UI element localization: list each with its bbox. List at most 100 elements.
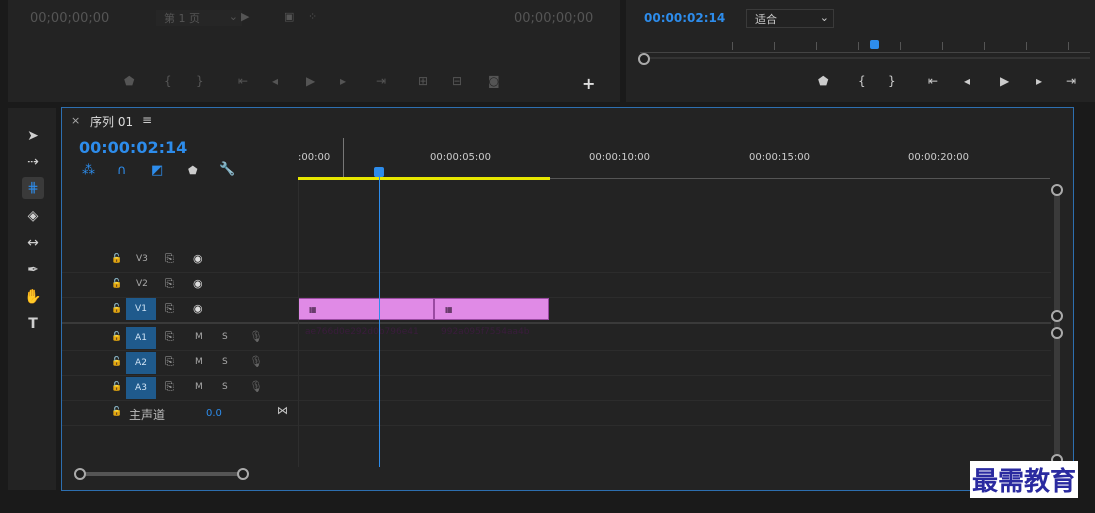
step-forward-icon[interactable]: ▸ [1036,74,1042,88]
linked-selection-icon[interactable]: ∩ [117,163,127,178]
microphone-icon[interactable]: 🎙 [249,380,263,393]
mute-button[interactable]: M [195,382,203,392]
sync-lock-icon[interactable]: ⎘ [165,302,174,316]
bowtie-icon[interactable]: ⋈ [277,404,288,417]
slip-tool-icon[interactable]: ↔ [22,232,44,254]
playhead-handle[interactable] [374,167,384,177]
sync-lock-icon[interactable]: ⎘ [165,252,174,266]
master-volume-value[interactable]: 0.0 [206,408,222,419]
ripple-edit-tool-icon[interactable]: ⋕ [22,177,44,199]
program-timecode[interactable]: 00:00:02:14 [644,11,725,25]
microphone-icon[interactable]: 🎙 [249,355,263,368]
lock-icon[interactable]: 🔓 [111,407,122,417]
step-back-icon[interactable]: ◂ [964,74,970,88]
step-back-icon[interactable]: ◂ [272,74,278,88]
work-area-bar[interactable] [298,177,550,180]
play-icon[interactable]: ▶ [306,74,315,88]
mark-in-icon[interactable]: { [164,74,172,88]
horizontal-scrollbar[interactable] [80,472,244,476]
track-select-tool-icon[interactable]: ⇢ [22,151,44,173]
track-label-v3[interactable]: V3 [136,254,148,264]
wrench-icon[interactable]: 🔧 [219,162,235,177]
tab-close-icon[interactable]: × [71,114,80,127]
timeline-timecode[interactable]: 00:00:02:14 [79,138,187,157]
marker-icon[interactable]: ⬟ [124,74,134,88]
track-v3: 🔓 V3 ⎘ ◉ [62,248,1051,273]
fit-select[interactable]: 适合 ⌄ [746,9,834,28]
horizontal-scroll-handle[interactable] [237,468,249,480]
mark-in-icon[interactable]: { [858,74,866,88]
go-to-out-icon[interactable]: ⇥ [376,74,386,88]
marker-icon[interactable]: ⬟ [188,164,198,177]
playhead-line [379,177,380,467]
pen-tool-icon[interactable]: ✒ [22,259,44,281]
lock-icon[interactable]: 🔓 [111,279,122,289]
horizontal-scroll-handle[interactable] [74,468,86,480]
lock-icon[interactable]: 🔓 [111,357,122,367]
track-target-a2[interactable]: A2 [126,352,156,374]
vertical-scroll-handle[interactable] [1051,310,1063,322]
eye-icon[interactable]: ◉ [193,302,203,315]
overwrite-icon[interactable]: ⊟ [452,74,462,88]
solo-button[interactable]: S [222,382,228,392]
lock-icon[interactable]: 🔓 [111,382,122,392]
lock-icon[interactable]: 🔓 [111,254,122,264]
tab-menu-icon[interactable]: ≡ [142,113,152,127]
video-clip[interactable]: ▦ 992a095f7554aa4b [434,298,549,337]
solo-button[interactable]: S [222,357,228,367]
page-select-label: 第 1 页 [164,12,200,25]
source-timecode-left[interactable]: 00;00;00;00 [30,11,109,26]
lock-icon[interactable]: 🔓 [111,304,122,314]
lock-icon[interactable]: 🔓 [111,332,122,342]
selection-tool-icon[interactable]: ➤ [22,125,44,147]
mark-out-icon[interactable]: } [196,74,204,88]
program-zoom-scroll[interactable] [640,57,1090,59]
tab-sequence[interactable]: 序列 01 [90,113,133,130]
video-clip[interactable]: ▦ ae766d0e292d0b796e41 [298,298,434,337]
type-tool-icon[interactable]: T [22,313,44,335]
marker-icon[interactable]: ⬟ [818,74,828,88]
play-icon[interactable]: ▶ [1000,74,1009,88]
sync-lock-icon[interactable]: ⎘ [165,277,174,291]
track-label-v2[interactable]: V2 [136,279,148,289]
play-small-icon[interactable]: ▶ [241,10,249,23]
sync-lock-icon[interactable]: ⎘ [165,380,174,394]
mute-button[interactable]: M [195,332,203,342]
step-forward-icon[interactable]: ▸ [340,74,346,88]
razor-tool-icon[interactable]: ◈ [22,205,44,227]
track-target-v1[interactable]: V1 [126,298,156,320]
source-timecode-right[interactable]: 00;00;00;00 [514,11,593,26]
page-select[interactable]: 第 1 页 ⌄ [156,10,242,26]
sync-lock-icon[interactable]: ⎘ [165,355,174,369]
ruler-label: 00:00:10:00 [589,152,651,163]
go-to-out-icon[interactable]: ⇥ [1066,74,1076,88]
source-transport: ⬟ { } ⇤ ◂ ▶ ▸ ⇥ ⊞ ⊟ ◙ [120,74,520,92]
track-target-a3[interactable]: A3 [126,377,156,399]
solo-button[interactable]: S [222,332,228,342]
insert-icon[interactable]: ⊞ [418,74,428,88]
audio-wave-icon[interactable]: ⁘ [308,10,317,23]
sync-lock-icon[interactable]: ⎘ [165,330,174,344]
add-marker-target-icon[interactable]: ◩ [151,163,163,178]
go-to-in-icon[interactable]: ⇤ [928,74,938,88]
add-button[interactable]: + [582,74,595,93]
ruler-label: 00:00:15:00 [749,152,811,163]
vertical-scroll-handle[interactable] [1051,184,1063,196]
microphone-icon[interactable]: 🎙 [249,330,263,343]
hand-tool-icon[interactable]: ✋ [22,286,44,308]
track-a1: 🔓 A1 ⎘ M S 🎙 [62,326,1051,351]
camera-icon[interactable]: ◙ [488,74,500,88]
go-to-in-icon[interactable]: ⇤ [238,74,248,88]
eye-icon[interactable]: ◉ [193,277,203,290]
snap-icon[interactable]: ⁂ [82,163,95,178]
vertical-scroll-handle[interactable] [1051,327,1063,339]
export-frame-icon[interactable]: ▣ [284,10,294,23]
program-ruler[interactable] [640,38,1090,53]
eye-icon[interactable]: ◉ [193,252,203,265]
program-scroll-handle[interactable] [638,53,650,65]
timeline-ruler[interactable]: :00:00 00:00:05:00 00:00:10:00 00:00:15:… [298,136,1050,181]
track-target-a1[interactable]: A1 [126,327,156,349]
mute-button[interactable]: M [195,357,203,367]
program-playhead[interactable] [870,40,879,49]
mark-out-icon[interactable]: } [888,74,896,88]
